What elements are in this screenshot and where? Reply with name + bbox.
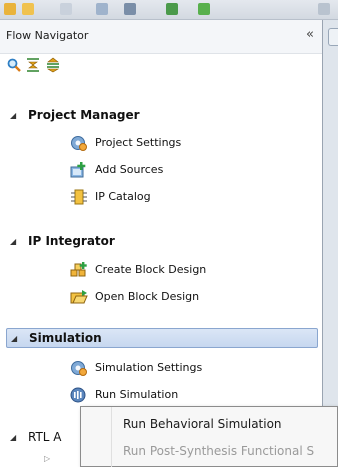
menu-item-label: Run Post-Synthesis Functional S <box>123 444 315 458</box>
expanded-triangle-icon[interactable]: ◢ <box>11 334 17 343</box>
section-label: RTL A <box>28 430 62 444</box>
menu-item-label: Run Behavioral Simulation <box>123 417 282 431</box>
search-icon[interactable] <box>6 57 22 73</box>
toolbar-copy-icon[interactable] <box>96 3 108 15</box>
ip-catalog-icon <box>70 189 88 205</box>
navigator-tool-row <box>0 54 322 76</box>
create-block-design-icon <box>70 262 88 278</box>
settings-gear-icon <box>70 135 88 151</box>
menu-item-run-behavioral-simulation[interactable]: Run Behavioral Simulation <box>81 411 338 437</box>
nav-item-label: Simulation Settings <box>95 361 203 374</box>
toolbar-folder-icon[interactable] <box>22 3 34 15</box>
toolbar-settings-icon[interactable] <box>318 3 330 15</box>
section-label: IP Integrator <box>28 234 115 248</box>
expand-arrow-icon[interactable]: ▷ <box>44 454 62 467</box>
nav-item-label: Run Simulation <box>95 388 179 401</box>
menu-item-run-post-synthesis-functional[interactable]: Run Post-Synthesis Functional S <box>81 438 338 464</box>
toolbar-window-icon[interactable] <box>124 3 136 15</box>
toolbar-run-icon[interactable] <box>198 3 210 15</box>
nav-item-label: Create Block Design <box>95 263 207 276</box>
expand-all-icon[interactable] <box>45 57 61 73</box>
section-simulation[interactable]: ◢ Simulation <box>6 328 318 348</box>
section-rtl-analysis[interactable]: ◢ RTL A <box>6 428 78 448</box>
section-label: Simulation <box>29 331 102 345</box>
right-panel-strip <box>323 20 338 467</box>
toolbar-arrow-icon[interactable] <box>166 3 178 15</box>
section-project-manager[interactable]: ◢ Project Manager <box>6 106 316 126</box>
collapse-all-icon[interactable] <box>25 57 41 73</box>
nav-item-label: IP Catalog <box>95 190 151 203</box>
nav-item-label: Open Block Design <box>95 290 200 303</box>
nav-item-label: Project Settings <box>95 136 182 149</box>
section-ip-integrator[interactable]: ◢ IP Integrator <box>6 232 316 252</box>
run-simulation-icon <box>70 387 88 403</box>
add-sources-icon <box>70 162 88 178</box>
flow-navigator-header: Flow Navigator « <box>0 20 322 54</box>
expanded-triangle-icon[interactable]: ◢ <box>10 433 16 442</box>
toolbar-undo-icon[interactable] <box>60 3 72 15</box>
section-label: Project Manager <box>28 108 140 122</box>
panel-title: Flow Navigator <box>6 29 89 42</box>
right-panel-tab[interactable] <box>328 28 338 46</box>
collapse-panel-button[interactable]: « <box>306 27 314 42</box>
main-toolbar <box>0 0 338 20</box>
toolbar-open-icon[interactable] <box>4 3 16 15</box>
expanded-triangle-icon[interactable]: ◢ <box>10 111 16 120</box>
open-block-design-icon <box>70 289 88 305</box>
nav-item-label: Add Sources <box>95 163 164 176</box>
run-simulation-context-menu: Run Behavioral Simulation Run Post-Synth… <box>80 406 338 467</box>
flow-navigator-panel: Flow Navigator « ◢ Project Manager Proje… <box>0 20 323 467</box>
settings-gear-icon <box>70 360 88 376</box>
expanded-triangle-icon[interactable]: ◢ <box>10 237 16 246</box>
